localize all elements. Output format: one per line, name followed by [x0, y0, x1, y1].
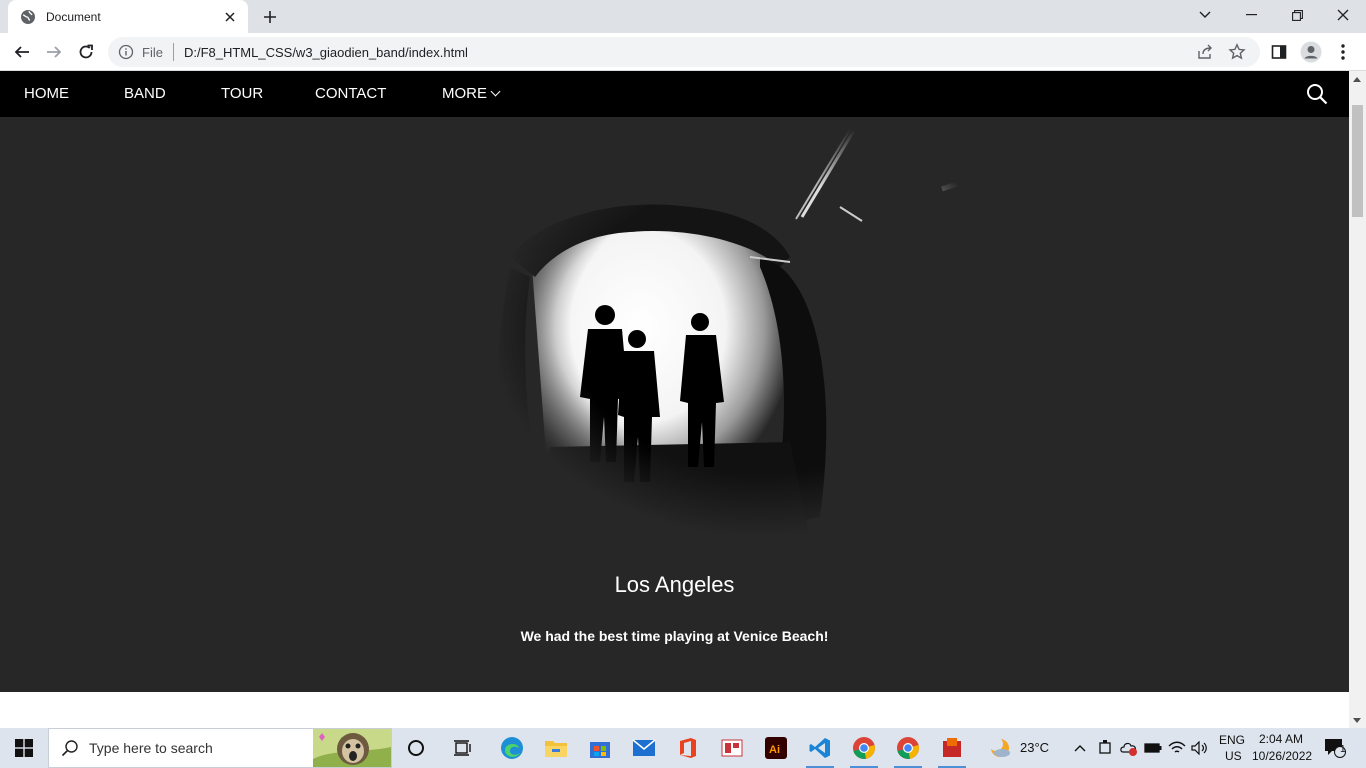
nav-more-label: MORE — [442, 85, 487, 102]
tab-strip: Document — [0, 0, 1366, 33]
info-icon[interactable] — [118, 44, 134, 60]
search-icon[interactable] — [1306, 83, 1328, 105]
battery-icon[interactable] — [1142, 728, 1164, 768]
tab-close-icon[interactable] — [222, 9, 238, 25]
browser-tab[interactable]: Document — [8, 0, 248, 33]
clock-date[interactable]: 10/26/2022 — [1252, 749, 1312, 763]
globe-icon — [20, 9, 36, 25]
windows-start-icon[interactable] — [0, 728, 48, 768]
office-icon[interactable] — [666, 728, 710, 768]
taskbar-search-placeholder: Type here to search — [89, 740, 213, 756]
taskbar: Type here to search Ai 23°C ENG US 2:04 … — [0, 728, 1366, 768]
nav-band[interactable]: BAND — [124, 71, 166, 117]
onedrive-error-icon[interactable] — [1118, 728, 1140, 768]
volume-icon[interactable] — [1189, 728, 1211, 768]
svg-text:Ai: Ai — [769, 744, 780, 756]
back-icon[interactable] — [10, 40, 34, 64]
url-separator — [172, 43, 174, 61]
url-scheme: File — [142, 44, 163, 60]
mail-icon[interactable] — [622, 728, 666, 768]
nav-more[interactable]: MORE — [442, 71, 501, 117]
scroll-up-icon[interactable] — [1353, 77, 1361, 82]
file-explorer-icon[interactable] — [534, 728, 578, 768]
edge-icon[interactable] — [490, 728, 534, 768]
cortana-icon[interactable] — [394, 728, 438, 768]
tab-title: Document — [46, 9, 101, 24]
vscode-icon[interactable] — [798, 728, 842, 768]
hero-slide: Los Angeles We had the best time playing… — [0, 117, 1349, 692]
profile-avatar-icon[interactable] — [1299, 40, 1323, 64]
illustrator-icon[interactable]: Ai — [754, 728, 798, 768]
share-icon[interactable] — [1196, 43, 1214, 61]
page-viewport: HOME BAND TOUR CONTACT MORE Los Angeles … — [0, 71, 1349, 728]
weather-temp[interactable]: 23°C — [1020, 740, 1049, 755]
slide-text: We had the best time playing at Venice B… — [520, 628, 829, 644]
side-panel-icon[interactable] — [1267, 40, 1291, 64]
restore-icon[interactable] — [1274, 0, 1320, 30]
new-tab-icon[interactable] — [260, 7, 280, 27]
page-scrollbar[interactable] — [1349, 71, 1366, 728]
bookmark-star-icon[interactable] — [1228, 43, 1246, 61]
meet-now-icon[interactable] — [1094, 728, 1116, 768]
scroll-down-icon[interactable] — [1353, 718, 1361, 723]
chevron-down-icon — [490, 86, 501, 97]
minimize-icon[interactable] — [1228, 0, 1274, 30]
close-window-icon[interactable] — [1320, 0, 1366, 30]
nav-tour[interactable]: TOUR — [221, 71, 263, 117]
site-nav: HOME BAND TOUR CONTACT MORE — [0, 71, 1349, 117]
chevron-up-icon[interactable] — [1068, 728, 1092, 768]
browser-menu-icon[interactable] — [1331, 40, 1355, 64]
chrome-icon[interactable] — [842, 728, 886, 768]
weather-moon-icon[interactable] — [978, 728, 1022, 768]
notification-icon[interactable]: 1 — [1318, 728, 1352, 768]
clock-time[interactable]: 2:04 AM — [1259, 732, 1303, 746]
scrollbar-thumb[interactable] — [1352, 105, 1363, 217]
language-region[interactable]: US — [1225, 749, 1242, 763]
notification-count: 1 — [1340, 744, 1346, 755]
taskbar-search[interactable]: Type here to search — [48, 728, 392, 768]
address-bar[interactable]: File D:/F8_HTML_CSS/w3_giaodien_band/ind… — [108, 37, 1260, 67]
nav-home[interactable]: HOME — [24, 71, 69, 117]
chrome-profile-icon[interactable] — [886, 728, 930, 768]
unikey-icon[interactable] — [710, 728, 754, 768]
language-code[interactable]: ENG — [1219, 733, 1245, 747]
slide-title: Los Angeles — [614, 572, 735, 597]
search-highlight-image — [313, 729, 391, 767]
tab-search-chevron-icon[interactable] — [1182, 0, 1228, 30]
band-silhouette-image — [490, 117, 1030, 537]
browser-toolbar: File D:/F8_HTML_CSS/w3_giaodien_band/ind… — [0, 33, 1366, 71]
reload-icon[interactable] — [74, 40, 98, 64]
search-icon — [61, 739, 79, 757]
wifi-icon[interactable] — [1166, 728, 1188, 768]
microsoft-store-icon[interactable] — [578, 728, 622, 768]
forward-icon[interactable] — [42, 40, 66, 64]
nav-contact[interactable]: CONTACT — [315, 71, 386, 117]
task-view-icon[interactable] — [441, 728, 485, 768]
app-red-icon[interactable] — [930, 728, 974, 768]
url-text[interactable]: D:/F8_HTML_CSS/w3_giaodien_band/index.ht… — [184, 45, 1196, 60]
